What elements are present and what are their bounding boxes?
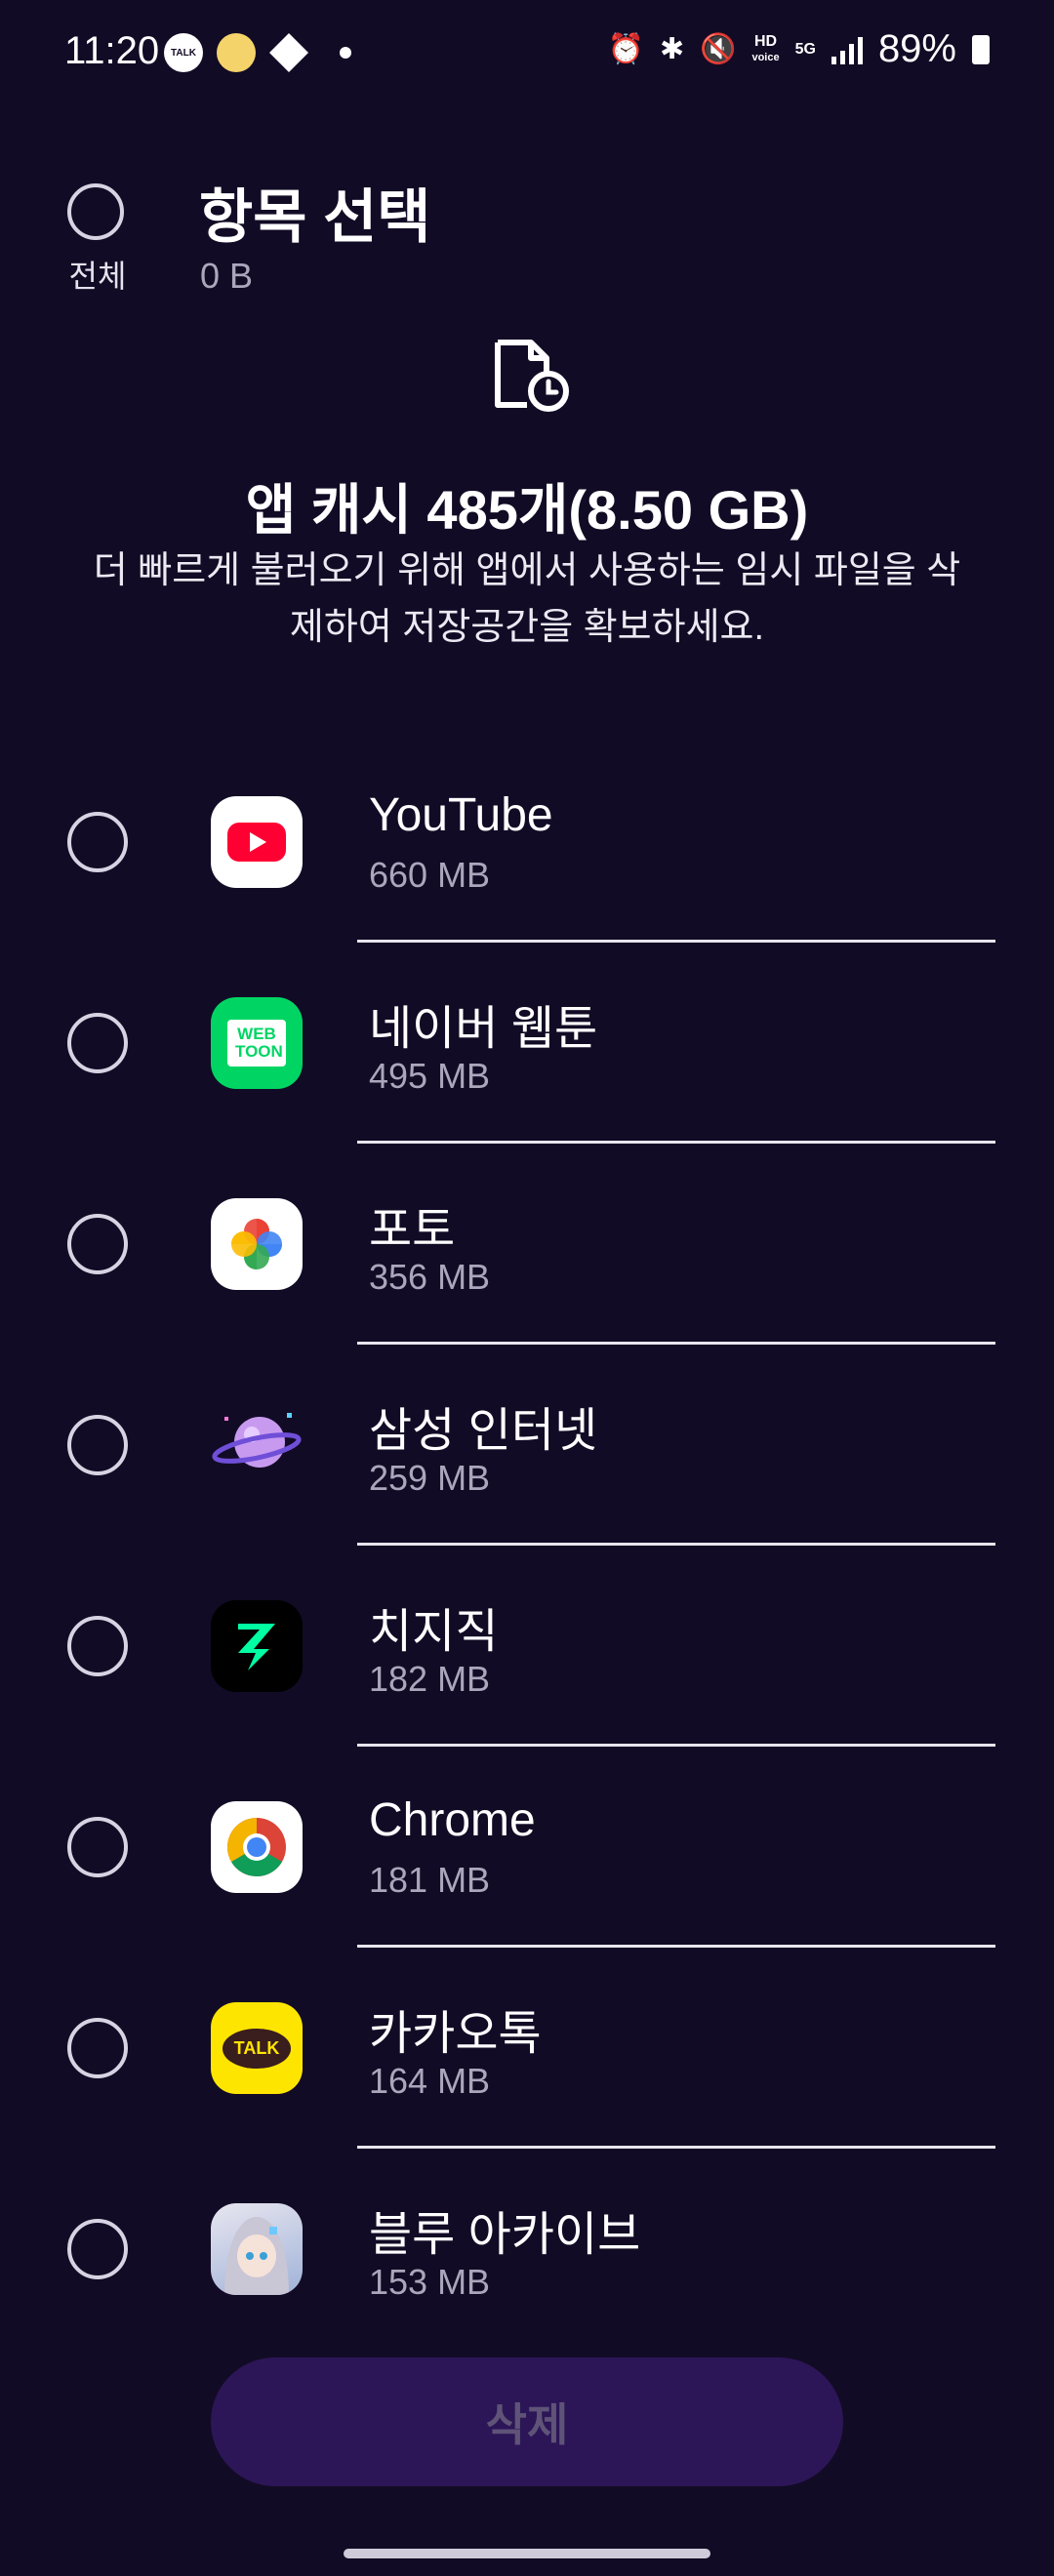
select-all-label: 전체 (68, 259, 127, 294)
app-name: 치지직 (369, 1606, 499, 1658)
app-size: 153 MB (369, 2262, 491, 2302)
5g-icon: 5G (794, 40, 816, 58)
chick-icon (217, 33, 256, 72)
app-row-naver-webtoon[interactable]: WEB TOON 네이버 웹툰 495 MB (0, 943, 1054, 1144)
app-row-youtube[interactable]: YouTube 660 MB (0, 742, 1054, 943)
photos-icon (211, 1198, 303, 1290)
signal-icon (831, 35, 863, 64)
app-name: 네이버 웹툰 (369, 1003, 598, 1055)
app-name: 삼성 인터넷 (369, 1405, 598, 1457)
app-row-samsung-internet[interactable]: 삼성 인터넷 259 MB (0, 1345, 1054, 1546)
webtoon-icon: WEB TOON (211, 997, 303, 1089)
file-clock-icon (495, 340, 569, 412)
alarm-icon: ⏰ (607, 32, 644, 65)
app-row-blue-archive[interactable]: 블루 아카이브 153 MB (0, 2149, 1054, 2350)
app-select-radio[interactable] (67, 2018, 128, 2078)
notification-icons: TALK (164, 33, 351, 72)
cache-description: 더 빠르게 불러오기 위해 앱에서 사용하는 임시 파일을 삭제하여 저장공간을… (93, 550, 961, 648)
app-select-radio[interactable] (67, 1013, 128, 1073)
app-select-radio[interactable] (67, 2219, 128, 2279)
app-list: YouTube 660 MB WEB TOON 네이버 웹툰 495 MB 포토… (0, 742, 1054, 2350)
app-row-chzzk[interactable]: 치지직 182 MB (0, 1546, 1054, 1747)
mute-icon: 🔇 (700, 32, 737, 65)
status-bar: 11:20 TALK ⏰ ✱ 🔇 HD voice 5G 89% (0, 0, 1054, 117)
app-select-radio[interactable] (67, 1214, 128, 1274)
app-select-radio[interactable] (67, 1415, 128, 1475)
bluetooth-icon: ✱ (659, 32, 685, 65)
home-indicator[interactable] (344, 2549, 710, 2558)
status-time: 11:20 (64, 29, 160, 72)
app-name: 블루 아카이브 (369, 2209, 641, 2261)
app-name: Chrome (369, 1794, 536, 1846)
app-select-radio[interactable] (67, 812, 128, 872)
app-row-kakaotalk[interactable]: TALK 카카오톡 164 MB (0, 1948, 1054, 2149)
app-row-chrome[interactable]: Chrome 181 MB (0, 1747, 1054, 1948)
app-size: 495 MB (369, 1056, 491, 1096)
battery-icon (972, 34, 990, 64)
app-select-radio[interactable] (67, 1817, 128, 1877)
battery-percent: 89% (877, 27, 956, 70)
selected-size: 0 B (200, 256, 254, 296)
app-name: 포토 (369, 1204, 456, 1256)
samsung-internet-icon (211, 1399, 303, 1491)
app-size: 181 MB (369, 1860, 491, 1900)
kakaotalk-notification-icon: TALK (164, 33, 203, 72)
app-size: 356 MB (369, 1257, 491, 1297)
youtube-icon (211, 796, 303, 888)
delete-button[interactable]: 삭제 (211, 2357, 843, 2486)
chzzk-icon (211, 1600, 303, 1692)
app-name: YouTube (369, 789, 553, 841)
app-size: 259 MB (369, 1458, 491, 1498)
app-size: 660 MB (369, 855, 491, 895)
hd-voice-icon: HD voice (751, 32, 780, 63)
blue-archive-icon (211, 2203, 303, 2295)
app-row-photos[interactable]: 포토 356 MB (0, 1144, 1054, 1345)
select-all-radio[interactable] (67, 183, 124, 240)
kakaotalk-icon: TALK (211, 2002, 303, 2094)
app-select-radio[interactable] (67, 1616, 128, 1676)
chrome-icon (211, 1801, 303, 1893)
dot-icon (340, 47, 351, 59)
system-icons: ⏰ ✱ 🔇 HD voice 5G 89% (608, 27, 990, 71)
swirl-icon (269, 33, 308, 72)
page-title: 항목 선택 (199, 184, 431, 250)
app-name: 카카오톡 (369, 2008, 542, 2060)
app-size: 164 MB (369, 2061, 491, 2101)
app-size: 182 MB (369, 1659, 491, 1699)
cache-title: 앱 캐시 485개(8.50 GB) (245, 479, 809, 541)
